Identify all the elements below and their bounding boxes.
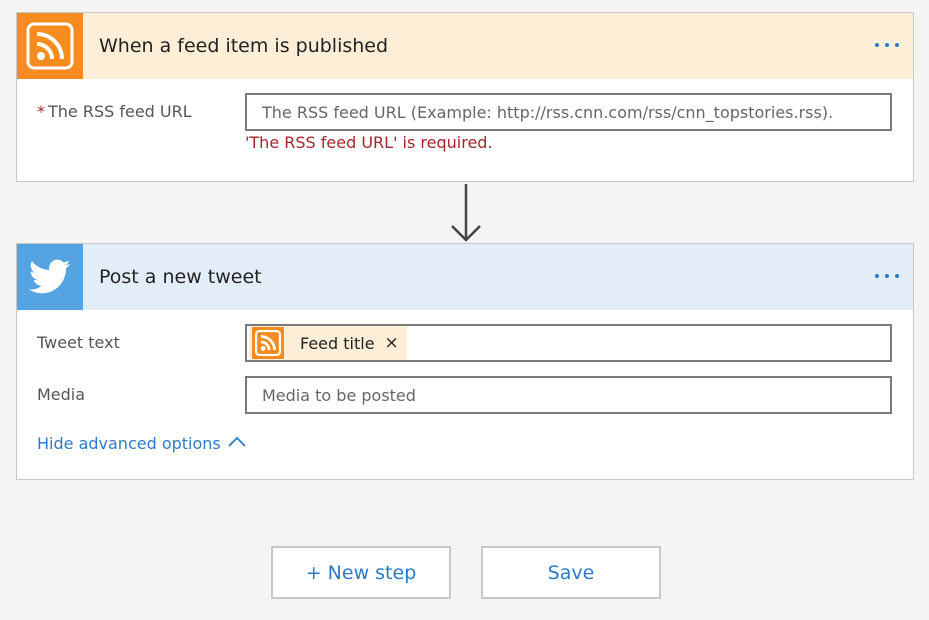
chevron-up-icon <box>228 436 246 447</box>
trigger-title: When a feed item is published <box>99 35 389 57</box>
trigger-card: When a feed item is published * The RSS f… <box>16 12 914 182</box>
dot-icon <box>875 274 879 278</box>
action-header[interactable]: Post a new tweet <box>17 244 913 310</box>
feed-url-error: 'The RSS feed URL' is required. <box>245 133 493 152</box>
media-placeholder: Media to be posted <box>262 385 416 405</box>
trigger-more-menu[interactable] <box>875 35 899 55</box>
media-label: Media <box>37 385 86 404</box>
feed-url-input[interactable]: The RSS feed URL (Example: http://rss.cn… <box>245 93 892 131</box>
save-button[interactable]: Save <box>481 546 661 599</box>
twitter-bird-icon <box>17 244 83 310</box>
dot-icon <box>875 43 879 47</box>
feed-url-label-text: The RSS feed URL <box>48 102 192 121</box>
feed-url-placeholder: The RSS feed URL (Example: http://rss.cn… <box>262 102 834 122</box>
rss-icon <box>252 327 284 359</box>
new-step-button[interactable]: + New step <box>271 546 451 599</box>
trigger-header[interactable]: When a feed item is published <box>17 13 913 79</box>
action-title: Post a new tweet <box>99 266 262 288</box>
required-marker: * <box>37 102 45 121</box>
tweet-text-label: Tweet text <box>37 333 120 352</box>
action-card: Post a new tweet Tweet text Feed title ×… <box>16 243 914 480</box>
tweet-text-input[interactable]: Feed title × <box>245 324 892 362</box>
close-icon[interactable]: × <box>385 333 399 353</box>
dot-icon <box>885 274 889 278</box>
token-label: Feed title <box>300 333 375 353</box>
hide-advanced-options-link[interactable]: Hide advanced options <box>37 434 247 453</box>
dot-icon <box>885 43 889 47</box>
down-arrow-icon <box>451 184 481 242</box>
rss-icon <box>17 13 83 79</box>
advanced-toggle-label: Hide advanced options <box>37 434 221 453</box>
feed-title-token[interactable]: Feed title × <box>249 326 407 360</box>
dot-icon <box>895 43 899 47</box>
media-input[interactable]: Media to be posted <box>245 376 892 414</box>
dot-icon <box>895 274 899 278</box>
action-more-menu[interactable] <box>875 266 899 286</box>
feed-url-label: * The RSS feed URL <box>37 102 192 121</box>
